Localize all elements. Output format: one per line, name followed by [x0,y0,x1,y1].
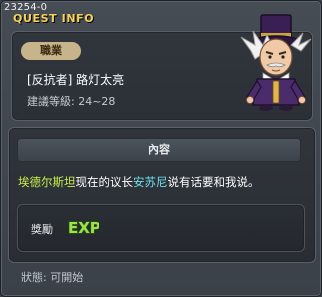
npc-portrait-icon [233,7,317,113]
description-text-1: 现在的议长 [75,175,134,189]
exp-text: EXP [68,219,99,236]
reward-panel [17,204,305,252]
npc-name: 埃德尔斯坦 [18,175,76,189]
exp-icon: EXP [67,218,101,237]
npc-figure [240,14,312,111]
quest-description: 埃德尔斯坦现在的议长安苏尼说有话要和我说。 [18,174,308,190]
description-text-2: 说有话要和我说。 [167,175,260,189]
job-name: [反抗者] 路灯太亮 [27,73,125,87]
quest-status: 狀態: 可開始 [21,271,84,284]
leader-name: 安苏尼 [133,175,168,189]
reward-label: 獎勵 [31,223,53,236]
exp-icon-graphic: EXP [67,218,101,237]
required-level: 建議等級: 24~28 [27,95,116,108]
content-header: 內容 [17,138,301,162]
quest-info-window: 23254-0 QUEST INFO 職業 [反抗者] 路灯太亮 建議等級: 2… [0,0,322,297]
job-tag: 職業 [21,42,81,60]
window-title: QUEST INFO [13,12,95,25]
